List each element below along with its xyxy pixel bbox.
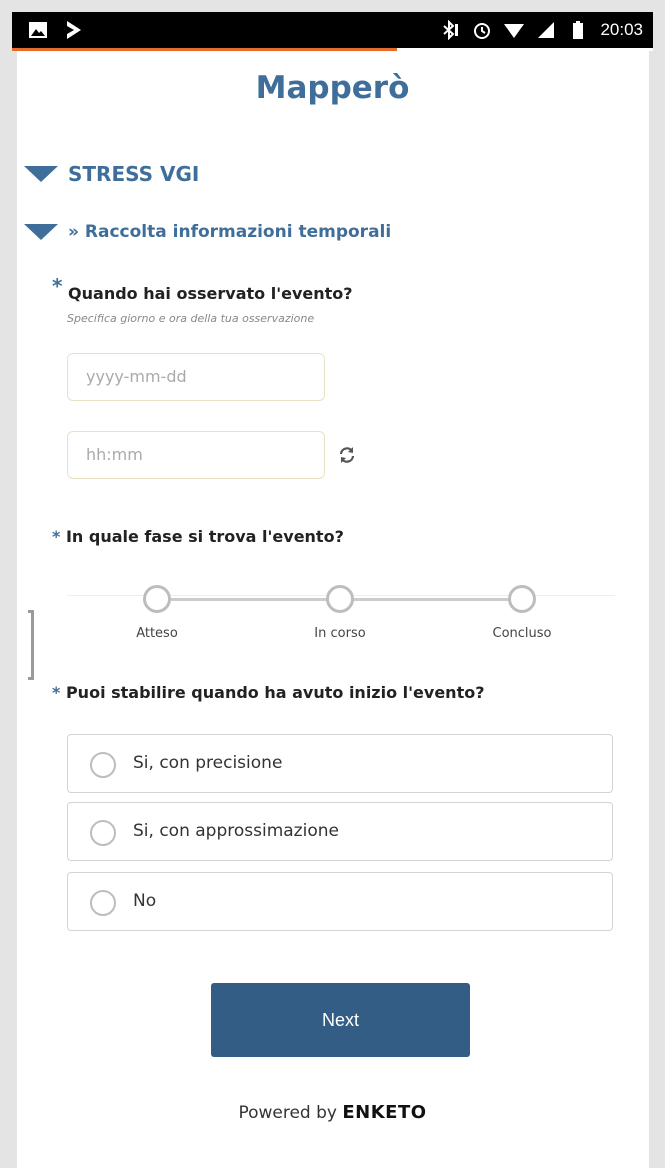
question-label: Quando hai osservato l'evento? (68, 284, 353, 303)
date-input[interactable]: yyyy-mm-dd (67, 353, 325, 401)
step-dot-concluso[interactable] (508, 585, 536, 613)
powered-by: Powered by ENKETO (12, 1102, 653, 1123)
question-hint: Specifica giorno e ora della tua osserva… (67, 312, 315, 325)
subgroup-temporal-info[interactable]: » Raccolta informazioni temporali (24, 222, 391, 242)
next-button[interactable]: Next (211, 983, 470, 1057)
radio-button[interactable] (90, 890, 116, 916)
step-label-atteso: Atteso (136, 626, 178, 641)
alarm-icon (474, 23, 491, 39)
question-label: In quale fase si trova l'evento? (65, 527, 344, 546)
step-label-concluso: Concluso (492, 626, 552, 641)
option-approximate[interactable]: Si, con approssimazione (67, 802, 613, 861)
question-observed-when: * Quando hai osservato l'evento? (52, 274, 353, 304)
bluetooth-icon (443, 20, 459, 40)
option-label: No (133, 891, 157, 911)
step-label-in-corso: In corso (314, 626, 366, 641)
required-marker: * (52, 683, 61, 702)
subgroup-label: » Raccolta informazioni temporali (68, 222, 392, 242)
group-label: STRESS VGI (68, 162, 200, 186)
form-title: Mapperò (255, 70, 410, 106)
powered-prefix: Powered by (238, 1103, 337, 1123)
option-label: Si, con approssimazione (133, 821, 339, 841)
battery-icon (573, 21, 584, 39)
group-stress-vgi[interactable]: STRESS VGI (24, 162, 199, 186)
collapse-triangle-icon[interactable] (24, 166, 58, 182)
question-start-known: * Puoi stabilire quando ha avuto inizio … (52, 683, 484, 702)
status-time: 20:03 (600, 20, 643, 39)
step-dot-in-corso[interactable] (326, 585, 354, 613)
collapse-triangle-icon[interactable] (24, 224, 58, 240)
option-label: Si, con precisione (133, 753, 283, 773)
question-label: Puoi stabilire quando ha avuto inizio l'… (65, 683, 485, 702)
required-marker: * (52, 274, 63, 298)
signal-icon (538, 22, 555, 38)
time-input[interactable]: hh:mm (67, 431, 325, 479)
image-icon (29, 22, 47, 38)
enketo-logo[interactable]: ENKETO (342, 1102, 426, 1123)
option-no[interactable]: No (67, 872, 613, 931)
radio-button[interactable] (90, 820, 116, 846)
left-edge (12, 51, 17, 1168)
flash-tray-icon (67, 21, 81, 39)
form-progress-fill (12, 48, 397, 51)
radio-button[interactable] (90, 752, 116, 778)
step-dot-atteso[interactable] (143, 585, 171, 613)
question-event-phase: * In quale fase si trova l'evento? (52, 527, 344, 546)
required-marker: * (52, 527, 61, 546)
right-edge (649, 51, 653, 1168)
wifi-icon (504, 24, 525, 38)
status-bar: 20:03 (12, 12, 653, 48)
refresh-icon[interactable] (338, 446, 356, 464)
phone-screen: 20:03 Mapperò STRESS VGI » Raccolta info… (12, 12, 653, 1168)
side-bracket (28, 610, 34, 680)
form-progress-bar (12, 48, 653, 51)
option-precise[interactable]: Si, con precisione (67, 734, 613, 793)
